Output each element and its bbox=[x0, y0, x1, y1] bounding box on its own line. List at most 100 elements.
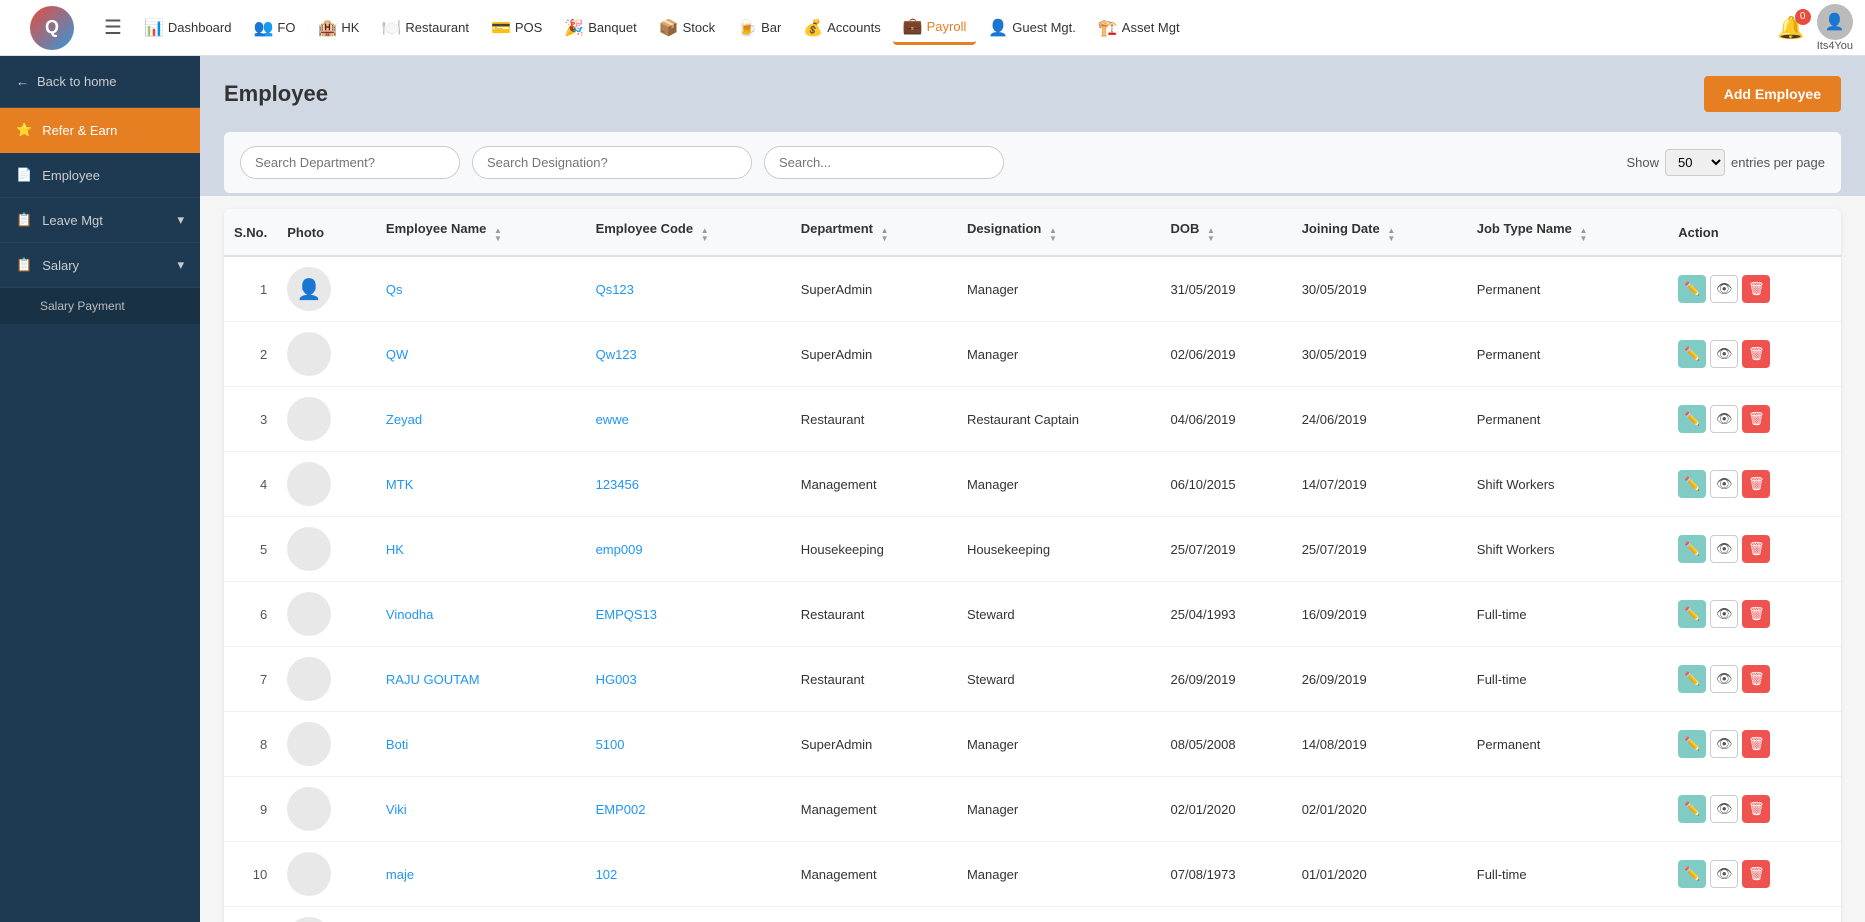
col-header-empname[interactable]: Employee Name ▲▼ bbox=[376, 209, 586, 256]
emp-code-cell[interactable]: EMPQS13 bbox=[586, 582, 791, 647]
emp-name-cell[interactable]: Zeyad bbox=[376, 387, 586, 452]
emp-name-link[interactable]: Qs bbox=[386, 282, 403, 297]
emp-code-link[interactable]: Qw123 bbox=[596, 347, 637, 362]
emp-code-cell[interactable]: Qw123 bbox=[586, 322, 791, 387]
nav-item-banquet[interactable]: 🎉Banquet bbox=[554, 12, 646, 44]
emp-code-cell[interactable]: Qs123 bbox=[586, 256, 791, 322]
edit-button[interactable]: ✏️ bbox=[1678, 470, 1706, 498]
view-button[interactable]: 👁 bbox=[1710, 600, 1738, 628]
emp-name-cell[interactable]: maje bbox=[376, 842, 586, 907]
col-header-joiningdate[interactable]: Joining Date ▲▼ bbox=[1292, 209, 1467, 256]
view-button[interactable]: 👁 bbox=[1710, 275, 1738, 303]
edit-button[interactable]: ✏️ bbox=[1678, 340, 1706, 368]
delete-button[interactable]: 🗑 bbox=[1742, 405, 1770, 433]
delete-button[interactable]: 🗑 bbox=[1742, 470, 1770, 498]
sidebar-item-leavemgt[interactable]: 📋Leave Mgt▾ bbox=[0, 198, 200, 243]
delete-button[interactable]: 🗑 bbox=[1742, 275, 1770, 303]
designation-search-input[interactable] bbox=[472, 146, 752, 179]
emp-code-link[interactable]: ewwe bbox=[596, 412, 629, 427]
emp-code-link[interactable]: 5100 bbox=[596, 737, 625, 752]
entries-select[interactable]: 10 25 50 100 bbox=[1665, 149, 1725, 176]
emp-name-link[interactable]: RAJU GOUTAM bbox=[386, 672, 480, 687]
nav-item-assetmgt[interactable]: 🏗️Asset Mgt bbox=[1088, 12, 1190, 44]
emp-code-cell[interactable]: HG003 bbox=[586, 647, 791, 712]
sidebar-item-employee[interactable]: 📄Employee bbox=[0, 153, 200, 198]
emp-name-cell[interactable]: RAJU GOUTAM bbox=[376, 647, 586, 712]
edit-button[interactable]: ✏️ bbox=[1678, 860, 1706, 888]
emp-name-cell[interactable]: Boti bbox=[376, 712, 586, 777]
nav-item-hk[interactable]: 🏨HK bbox=[307, 12, 369, 44]
add-employee-button[interactable]: Add Employee bbox=[1704, 76, 1841, 112]
nav-item-stock[interactable]: 📦Stock bbox=[649, 12, 725, 44]
view-button[interactable]: 👁 bbox=[1710, 795, 1738, 823]
emp-code-cell[interactable]: ewwe bbox=[586, 387, 791, 452]
delete-button[interactable]: 🗑 bbox=[1742, 795, 1770, 823]
view-button[interactable]: 👁 bbox=[1710, 665, 1738, 693]
emp-code-link[interactable]: EMP002 bbox=[596, 802, 646, 817]
delete-button[interactable]: 🗑 bbox=[1742, 665, 1770, 693]
emp-name-link[interactable]: Viki bbox=[386, 802, 407, 817]
col-header-empcode[interactable]: Employee Code ▲▼ bbox=[586, 209, 791, 256]
delete-button[interactable]: 🗑 bbox=[1742, 535, 1770, 563]
department-search-input[interactable] bbox=[240, 146, 460, 179]
col-header-designation[interactable]: Designation ▲▼ bbox=[957, 209, 1161, 256]
col-header-department[interactable]: Department ▲▼ bbox=[791, 209, 957, 256]
sidebar-item-refer[interactable]: ⭐Refer & Earn bbox=[0, 108, 200, 153]
delete-button[interactable]: 🗑 bbox=[1742, 860, 1770, 888]
view-button[interactable]: 👁 bbox=[1710, 535, 1738, 563]
nav-item-restaurant[interactable]: 🍽️Restaurant bbox=[371, 12, 479, 44]
view-button[interactable]: 👁 bbox=[1710, 470, 1738, 498]
emp-code-link[interactable]: emp009 bbox=[596, 542, 643, 557]
view-button[interactable]: 👁 bbox=[1710, 730, 1738, 758]
nav-item-dashboard[interactable]: 📊Dashboard bbox=[134, 12, 242, 44]
edit-button[interactable]: ✏️ bbox=[1678, 600, 1706, 628]
search-input[interactable] bbox=[764, 146, 1004, 179]
emp-name-link[interactable]: Zeyad bbox=[386, 412, 422, 427]
view-button[interactable]: 👁 bbox=[1710, 860, 1738, 888]
col-header-dob[interactable]: DOB ▲▼ bbox=[1161, 209, 1292, 256]
emp-name-cell[interactable]: MTK bbox=[376, 452, 586, 517]
emp-code-cell[interactable]: emp009 bbox=[586, 517, 791, 582]
emp-name-link[interactable]: QW bbox=[386, 347, 408, 362]
edit-button[interactable]: ✏️ bbox=[1678, 275, 1706, 303]
emp-name-cell[interactable]: Nandhini a bbox=[376, 907, 586, 922]
emp-code-link[interactable]: HG003 bbox=[596, 672, 637, 687]
emp-code-link[interactable]: 123456 bbox=[596, 477, 639, 492]
delete-button[interactable]: 🗑 bbox=[1742, 600, 1770, 628]
emp-name-link[interactable]: maje bbox=[386, 867, 414, 882]
user-avatar[interactable]: 👤 bbox=[1817, 4, 1853, 40]
nav-item-accounts[interactable]: 💰Accounts bbox=[793, 12, 890, 44]
emp-name-cell[interactable]: QW bbox=[376, 322, 586, 387]
back-to-home-button[interactable]: ← Back to home bbox=[0, 56, 200, 108]
edit-button[interactable]: ✏️ bbox=[1678, 795, 1706, 823]
edit-button[interactable]: ✏️ bbox=[1678, 405, 1706, 433]
emp-name-cell[interactable]: Qs bbox=[376, 256, 586, 322]
emp-code-link[interactable]: 102 bbox=[596, 867, 618, 882]
edit-button[interactable]: ✏️ bbox=[1678, 730, 1706, 758]
emp-code-cell[interactable]: 5100 bbox=[586, 712, 791, 777]
edit-button[interactable]: ✏️ bbox=[1678, 665, 1706, 693]
nav-item-fo[interactable]: 👥FO bbox=[243, 12, 305, 44]
emp-code-cell[interactable]: EMP002 bbox=[586, 777, 791, 842]
sidebar-item-salary[interactable]: 📋Salary▾ bbox=[0, 243, 200, 288]
emp-name-link[interactable]: MTK bbox=[386, 477, 413, 492]
notifications-button[interactable]: 🔔 0 bbox=[1777, 15, 1804, 41]
emp-name-link[interactable]: HK bbox=[386, 542, 404, 557]
emp-code-cell[interactable]: 123456 bbox=[586, 452, 791, 517]
emp-name-link[interactable]: Boti bbox=[386, 737, 408, 752]
delete-button[interactable]: 🗑 bbox=[1742, 340, 1770, 368]
nav-item-pos[interactable]: 💳POS bbox=[481, 12, 552, 44]
emp-name-link[interactable]: Vinodha bbox=[386, 607, 433, 622]
nav-item-bar[interactable]: 🍺Bar bbox=[727, 12, 791, 44]
emp-code-cell[interactable]: 102 bbox=[586, 842, 791, 907]
nav-item-guestmgt[interactable]: 👤Guest Mgt. bbox=[978, 12, 1086, 44]
emp-code-cell[interactable]: E002 bbox=[586, 907, 791, 922]
delete-button[interactable]: 🗑 bbox=[1742, 730, 1770, 758]
emp-code-link[interactable]: EMPQS13 bbox=[596, 607, 657, 622]
edit-button[interactable]: ✏️ bbox=[1678, 535, 1706, 563]
emp-code-link[interactable]: Qs123 bbox=[596, 282, 634, 297]
emp-name-cell[interactable]: Viki bbox=[376, 777, 586, 842]
emp-name-cell[interactable]: Vinodha bbox=[376, 582, 586, 647]
hamburger-button[interactable]: ☰ bbox=[104, 15, 122, 40]
emp-name-cell[interactable]: HK bbox=[376, 517, 586, 582]
